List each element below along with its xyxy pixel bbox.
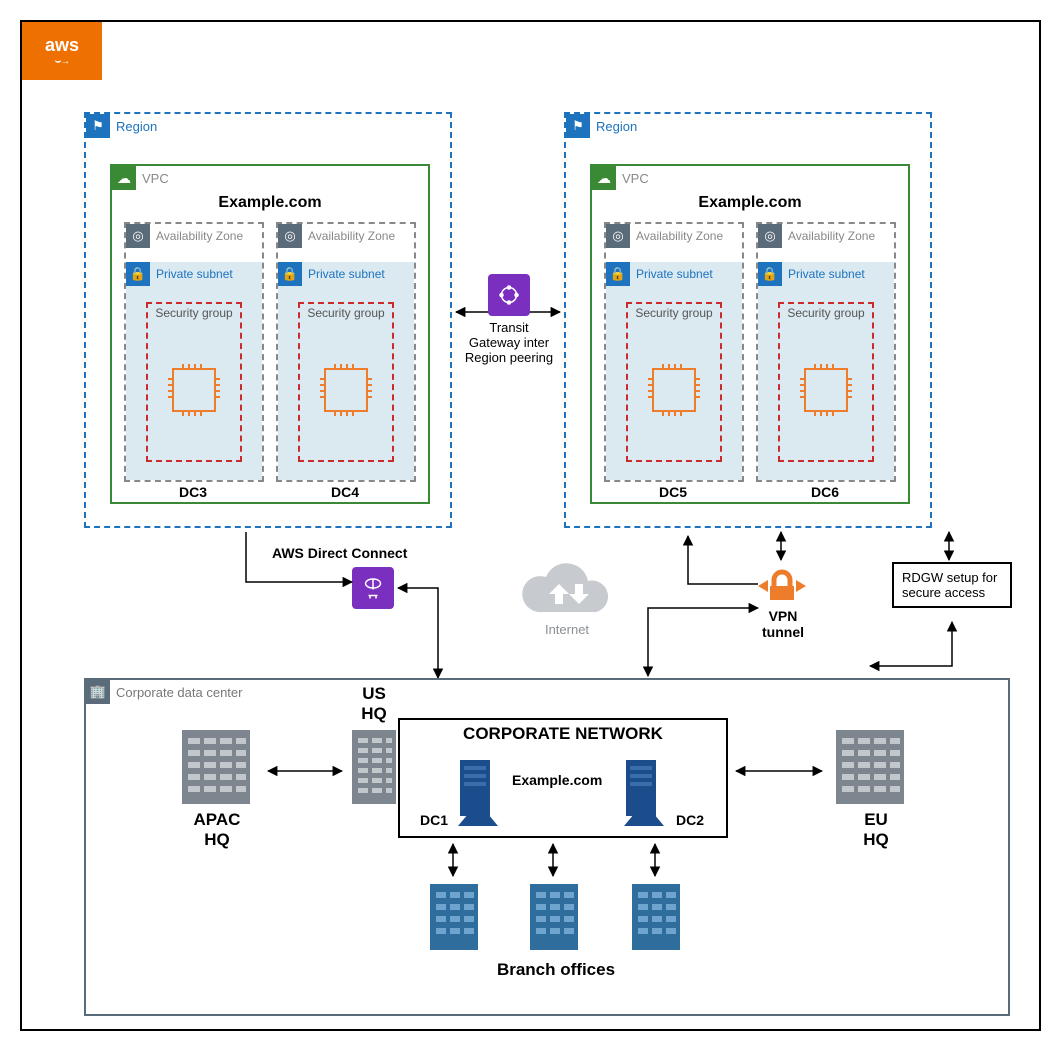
dc1-label: DC1 — [420, 812, 448, 828]
us-hq-building-icon — [350, 726, 398, 811]
lock-icon: 🔒 — [278, 262, 302, 286]
corp-domain-label: Example.com — [512, 772, 602, 788]
apac-hq-building-icon — [176, 726, 256, 811]
cloud-icon — [507, 562, 627, 626]
arrow-rdgw-to-corp — [862, 618, 962, 680]
arrow-apac-to-us — [264, 764, 346, 778]
server-dc2-icon — [618, 760, 668, 829]
az-right-1: ◎ Availability Zone 🔒 Private subnet Sec… — [604, 222, 744, 482]
compute-icon — [652, 368, 696, 412]
sg-left-1: Security group — [146, 302, 242, 462]
az-right-2: ◎ Availability Zone 🔒 Private subnet Sec… — [756, 222, 896, 482]
subnet-right-2-label: Private subnet — [788, 268, 865, 281]
sg-right-2-label: Security group — [780, 304, 872, 320]
corp-label: Corporate data center — [116, 685, 242, 700]
az-icon: ◎ — [126, 224, 150, 248]
az-left-2: ◎ Availability Zone 🔒 Private subnet Sec… — [276, 222, 416, 482]
vpc-right: ☁ VPC Example.com ◎ Availability Zone 🔒 … — [590, 164, 910, 504]
arrow-vpn-to-corp — [642, 604, 762, 680]
internet-cloud: Internet — [502, 562, 632, 642]
eu-hq-label: EU HQ — [856, 810, 896, 850]
az-left-1: ◎ Availability Zone 🔒 Private subnet Sec… — [124, 222, 264, 482]
subnet-right-1-label: Private subnet — [636, 268, 713, 281]
vpn-tunnel-label: VPN tunnel — [748, 608, 818, 640]
corp-net-title: CORPORATE NETWORK — [400, 720, 726, 744]
vpc-icon: ☁ — [592, 166, 616, 190]
subnet-left-2-label: Private subnet — [308, 268, 385, 281]
subnet-left-1-label: Private subnet — [156, 268, 233, 281]
region-flag-icon: ⚑ — [566, 114, 590, 138]
dc6-label: DC6 — [790, 484, 860, 500]
transit-gateway-label: Transit Gateway inter Region peering — [464, 320, 554, 365]
vpc-icon: ☁ — [112, 166, 136, 190]
region-left-label: Region — [116, 119, 157, 134]
branch-building-2-icon — [526, 882, 582, 957]
direct-connect-label: AWS Direct Connect — [272, 545, 407, 561]
region-flag-icon: ⚑ — [86, 114, 110, 138]
arrow-branch-3 — [648, 840, 662, 880]
sg-left-2: Security group — [298, 302, 394, 462]
server-dc1-icon — [452, 760, 502, 829]
sg-left-2-label: Security group — [300, 304, 392, 320]
rdgw-label: RDGW setup for secure access — [902, 570, 997, 600]
compute-icon — [804, 368, 848, 412]
sg-right-1: Security group — [626, 302, 722, 462]
branch-building-1-icon — [426, 882, 482, 957]
us-hq-label: US HQ — [354, 684, 394, 724]
aws-logo-text: aws — [45, 35, 79, 55]
rdgw-box: RDGW setup for secure access — [892, 562, 1012, 608]
az-icon: ◎ — [606, 224, 630, 248]
lock-icon: 🔒 — [758, 262, 782, 286]
corporate-datacenter: 🏢 Corporate data center APAC HQ US HQ — [84, 678, 1010, 1016]
subnet-left-1: 🔒 Private subnet Security group — [126, 262, 262, 480]
arrow-region-to-vpn — [774, 528, 788, 564]
arrow-branch-2 — [546, 840, 560, 880]
direct-connect-icon — [352, 567, 394, 609]
sg-right-1-label: Security group — [628, 304, 720, 320]
apac-hq-label: APAC HQ — [186, 810, 248, 850]
vpc-right-domain: Example.com — [592, 194, 908, 212]
az-right-2-label: Availability Zone — [788, 230, 875, 243]
az-left-1-label: Availability Zone — [156, 230, 243, 243]
vpc-left-domain: Example.com — [112, 194, 428, 212]
dc4-label: DC4 — [310, 484, 380, 500]
az-icon: ◎ — [278, 224, 302, 248]
vpc-left-label: VPC — [142, 171, 169, 186]
region-left: ⚑ Region ☁ VPC Example.com ◎ Availabilit… — [84, 112, 452, 528]
branch-building-3-icon — [628, 882, 684, 957]
lock-icon: 🔒 — [126, 262, 150, 286]
transit-gateway-icon — [488, 274, 530, 316]
az-left-2-label: Availability Zone — [308, 230, 395, 243]
eu-hq-building-icon — [830, 726, 910, 811]
branch-offices-label: Branch offices — [486, 960, 626, 980]
subnet-right-2: 🔒 Private subnet Security group — [758, 262, 894, 480]
subnet-right-1: 🔒 Private subnet Security group — [606, 262, 742, 480]
compute-icon — [324, 368, 368, 412]
arrow-rdgw-to-region — [942, 528, 956, 564]
building-icon: 🏢 — [86, 680, 110, 704]
az-icon: ◎ — [758, 224, 782, 248]
vpc-left: ☁ VPC Example.com ◎ Availability Zone 🔒 … — [110, 164, 430, 504]
dc2-label: DC2 — [676, 812, 704, 828]
sg-left-1-label: Security group — [148, 304, 240, 320]
vpc-right-label: VPC — [622, 171, 649, 186]
aws-smile-icon: ⌣→ — [45, 56, 79, 67]
region-right: ⚑ Region ☁ VPC Example.com ◎ Availabilit… — [564, 112, 932, 528]
subnet-left-2: 🔒 Private subnet Security group — [278, 262, 414, 480]
vpn-tunnel-icon — [752, 562, 812, 606]
compute-icon — [172, 368, 216, 412]
az-right-1-label: Availability Zone — [636, 230, 723, 243]
architecture-diagram: aws ⌣→ ⚑ Region ☁ VPC Example.com ◎ — [20, 20, 1041, 1031]
dc3-label: DC3 — [158, 484, 228, 500]
region-right-label: Region — [596, 119, 637, 134]
lock-icon: 🔒 — [606, 262, 630, 286]
dc5-label: DC5 — [638, 484, 708, 500]
arrow-directconnect-to-corp — [394, 582, 454, 682]
arrow-branch-1 — [446, 840, 460, 880]
sg-right-2: Security group — [778, 302, 874, 462]
arrow-vpn-to-region2 — [682, 528, 762, 588]
corporate-network-box: CORPORATE NETWORK DC1 Example.com DC2 — [398, 718, 728, 838]
aws-logo: aws ⌣→ — [22, 22, 102, 80]
arrow-corp-to-eu — [732, 764, 826, 778]
